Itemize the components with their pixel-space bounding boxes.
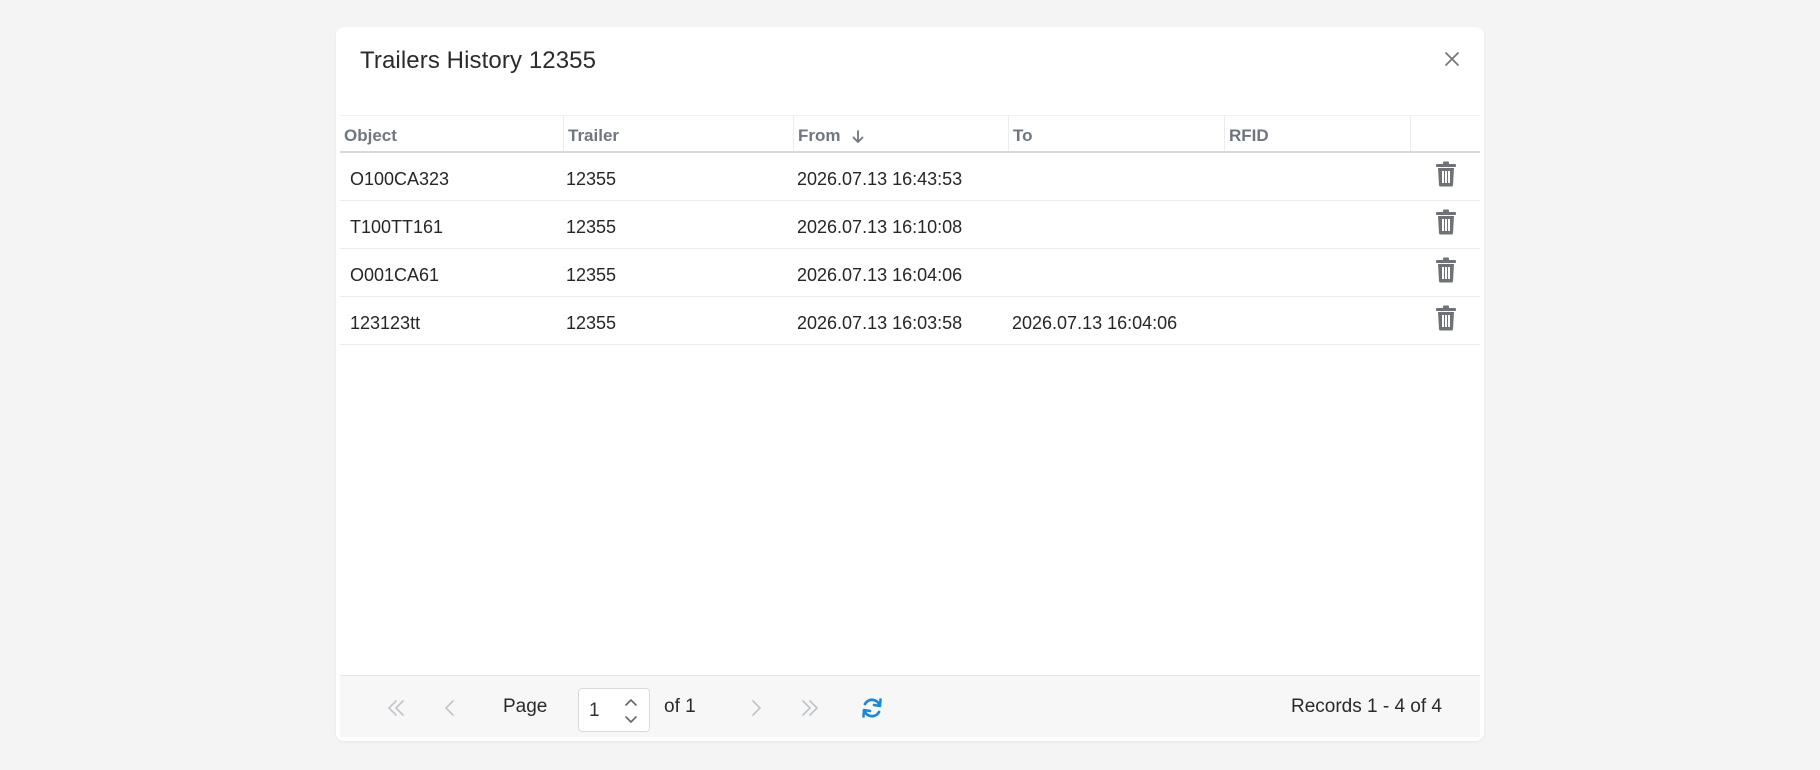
table-row[interactable]: T100TT161 12355 2026.07.13 16:10:08 xyxy=(340,201,1480,249)
column-header-label: To xyxy=(1013,126,1033,145)
chevron-right-icon xyxy=(752,700,761,716)
trash-icon xyxy=(1435,257,1456,283)
column-header-from[interactable]: From xyxy=(794,116,1009,151)
next-page-button[interactable] xyxy=(742,694,770,722)
close-icon xyxy=(1445,52,1459,66)
trailers-history-dialog: Trailers History 12355 Object Trailer Fr… xyxy=(336,27,1484,741)
grid-body: O100CA323 12355 2026.07.13 16:43:53 T100… xyxy=(340,153,1480,345)
page-number-input[interactable]: 1 xyxy=(578,688,650,732)
cell-object: O001CA61 xyxy=(350,265,440,285)
cell-rfid xyxy=(1225,201,1411,248)
cell-object: 123123tt xyxy=(350,313,421,333)
close-button[interactable] xyxy=(1438,45,1466,73)
cell-actions xyxy=(1411,249,1480,296)
trash-icon xyxy=(1435,161,1456,187)
cell-to: 2026.07.13 16:04:06 xyxy=(1012,313,1178,333)
column-header-label: Object xyxy=(344,126,397,145)
cell-actions xyxy=(1411,297,1480,344)
previous-page-button[interactable] xyxy=(436,694,464,722)
column-header-label: From xyxy=(798,126,841,145)
cell-from: 2026.07.13 16:43:53 xyxy=(797,169,963,189)
first-page-button[interactable] xyxy=(382,694,410,722)
records-summary: Records 1 - 4 of 4 xyxy=(1290,696,1442,717)
arrow-down-icon xyxy=(852,130,863,143)
page-label: Page xyxy=(503,696,548,717)
trash-icon xyxy=(1435,209,1456,235)
table-row[interactable]: O001CA61 12355 2026.07.13 16:04:06 xyxy=(340,249,1480,297)
page-count-label: of 1 xyxy=(664,696,696,717)
history-grid: Object Trailer From To RFID O100CA323 12… xyxy=(340,115,1480,345)
column-header-to[interactable]: To xyxy=(1009,116,1225,151)
cell-trailer: 12355 xyxy=(566,217,617,237)
cell-actions xyxy=(1411,153,1480,200)
cell-trailer: 12355 xyxy=(566,265,617,285)
delete-button[interactable] xyxy=(1433,160,1459,188)
paging-toolbar: Page 1 of 1 Records 1 - 4 of 4 xyxy=(340,675,1480,737)
double-chevron-left-icon xyxy=(388,700,404,716)
last-page-button[interactable] xyxy=(796,694,824,722)
refresh-button[interactable] xyxy=(858,694,886,722)
cell-object: O100CA323 xyxy=(350,169,450,189)
table-row[interactable]: 123123tt 12355 2026.07.13 16:03:58 2026.… xyxy=(340,297,1480,345)
cell-trailer: 12355 xyxy=(566,313,617,333)
cell-from: 2026.07.13 16:03:58 xyxy=(797,313,963,333)
table-row[interactable]: O100CA323 12355 2026.07.13 16:43:53 xyxy=(340,153,1480,201)
dialog-header: Trailers History 12355 xyxy=(336,27,1484,87)
column-header-label: Trailer xyxy=(568,126,620,145)
dialog-title: Trailers History 12355 xyxy=(360,47,597,74)
cell-to xyxy=(1009,153,1225,200)
column-header-rfid[interactable]: RFID xyxy=(1225,116,1411,151)
cell-trailer: 12355 xyxy=(566,169,617,189)
cell-to xyxy=(1009,201,1225,248)
cell-actions xyxy=(1411,201,1480,248)
column-header-label: RFID xyxy=(1229,126,1269,145)
grid-header: Object Trailer From To RFID xyxy=(340,115,1480,153)
cell-from: 2026.07.13 16:10:08 xyxy=(797,217,963,237)
cell-rfid xyxy=(1225,153,1411,200)
cell-rfid xyxy=(1225,297,1411,344)
spinner-arrows-icon[interactable] xyxy=(623,695,639,727)
chevron-left-icon xyxy=(445,700,454,716)
cell-object: T100TT161 xyxy=(350,217,444,237)
refresh-icon xyxy=(862,698,882,718)
page-number-value: 1 xyxy=(589,700,600,721)
delete-button[interactable] xyxy=(1433,208,1459,236)
cell-from: 2026.07.13 16:04:06 xyxy=(797,265,963,285)
column-header-trailer[interactable]: Trailer xyxy=(564,116,794,151)
column-header-object[interactable]: Object xyxy=(340,116,564,151)
delete-button[interactable] xyxy=(1433,256,1459,284)
delete-button[interactable] xyxy=(1433,304,1459,332)
column-header-actions xyxy=(1411,116,1480,151)
trash-icon xyxy=(1435,305,1456,331)
cell-to xyxy=(1009,249,1225,296)
cell-rfid xyxy=(1225,249,1411,296)
double-chevron-right-icon xyxy=(802,700,818,716)
